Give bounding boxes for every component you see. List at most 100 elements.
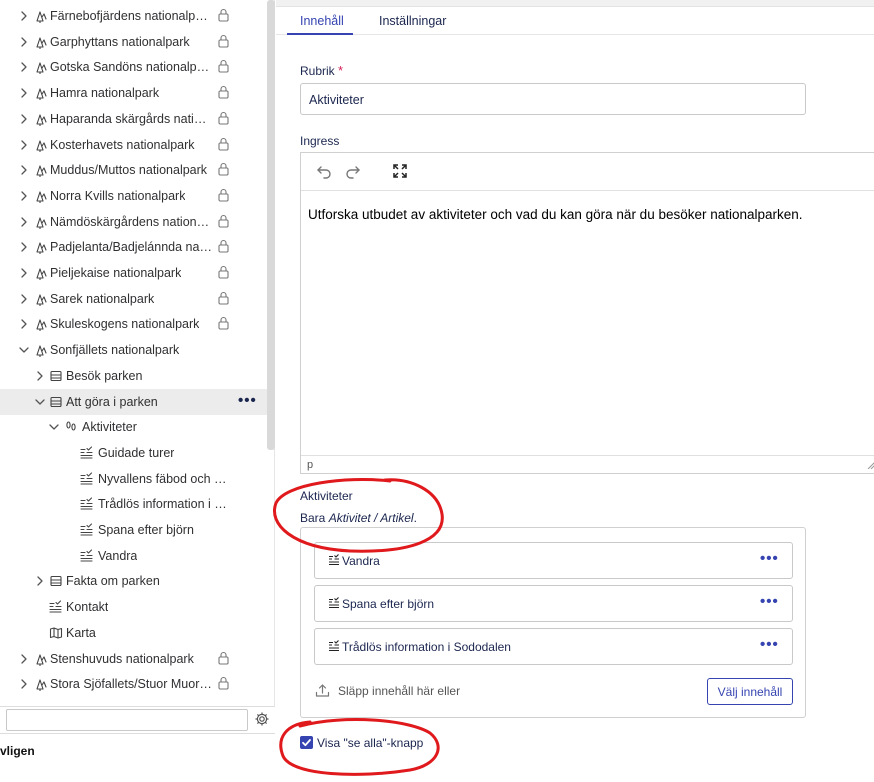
tree-item-label: Haparanda skärgårds nation... <box>50 112 212 126</box>
tree-item[interactable]: Haparanda skärgårds nation... <box>0 106 267 132</box>
chevron-right-icon[interactable] <box>18 216 30 228</box>
tree-item[interactable]: Fakta om parken <box>0 568 267 594</box>
chevron-down-icon[interactable] <box>18 344 30 356</box>
tree-item-label: Skuleskogens nationalpark <box>50 317 200 331</box>
tree-item[interactable]: Padjelanta/Badjelánnda nati... <box>0 234 267 260</box>
tree-item[interactable]: Kosterhavets nationalpark <box>0 132 267 158</box>
tree-item[interactable]: Muddus/Muttos nationalpark <box>0 157 267 183</box>
choose-content-button[interactable]: Välj innehåll <box>707 678 793 705</box>
chevron-right-icon[interactable] <box>18 318 30 330</box>
tree-item[interactable]: Stenshuvuds nationalpark <box>0 646 267 672</box>
chevron-right-icon[interactable] <box>18 139 30 151</box>
chevron-right-icon[interactable] <box>18 61 30 73</box>
article-icon <box>329 554 339 566</box>
map-icon <box>49 627 63 639</box>
tree-item-label: Vandra <box>98 549 138 563</box>
tree-item[interactable]: Nämdöskärgårdens national... <box>0 209 267 235</box>
lock-icon <box>218 214 229 228</box>
chevron-right-icon[interactable] <box>18 267 30 279</box>
tree-item[interactable]: Stora Sjöfallets/Stuor Muork... <box>0 671 267 697</box>
content-picker: Vandra ••• Spana efter björn ••• Trådlös… <box>300 527 806 718</box>
lock-icon <box>218 162 229 176</box>
tab-installningar[interactable]: Inställningar <box>379 14 446 28</box>
article-icon <box>80 549 93 562</box>
fullscreen-icon[interactable] <box>392 163 408 179</box>
chevron-right-icon[interactable] <box>18 87 30 99</box>
lock-icon <box>218 188 229 202</box>
rubrik-input[interactable]: Aktiviteter <box>300 83 806 115</box>
tree-item-label: Sarek nationalpark <box>50 292 155 306</box>
chevron-right-icon[interactable] <box>34 575 46 587</box>
chevron-right-icon[interactable] <box>18 241 30 253</box>
chevron-right-icon[interactable] <box>18 190 30 202</box>
chevron-right-icon[interactable] <box>18 653 30 665</box>
picked-item-card[interactable]: Vandra ••• <box>314 542 793 579</box>
picked-item-card[interactable]: Trådlös information i Sododalen ••• <box>314 628 793 665</box>
tree-item[interactable]: Besök parken <box>0 363 267 389</box>
desc-prefix: Bara <box>300 511 329 525</box>
editor-toolbar <box>301 153 874 191</box>
aktiviteter-label: Aktiviteter <box>300 489 353 503</box>
chevron-down-icon[interactable] <box>34 396 46 408</box>
see-all-checkbox[interactable] <box>300 736 313 749</box>
tree-item[interactable]: Kontakt <box>0 594 267 620</box>
tree-item-label: Stora Sjöfallets/Stuor Muork... <box>50 677 212 691</box>
tree-scrollbar[interactable] <box>267 0 275 450</box>
tree-icon <box>36 294 47 306</box>
chevron-right-icon[interactable] <box>18 36 30 48</box>
tree-item[interactable]: Karta <box>0 620 267 646</box>
tree-icon <box>36 268 47 280</box>
ingress-editor[interactable]: Utforska utbudet av aktiviteter och vad … <box>300 152 874 474</box>
tree-item[interactable]: Pieljekaise nationalpark <box>0 260 267 286</box>
tree-item[interactable]: Gotska Sandöns nationalpark <box>0 54 267 80</box>
ingress-text[interactable]: Utforska utbudet av aktiviteter och vad … <box>308 207 803 222</box>
chevron-right-icon[interactable] <box>18 678 30 690</box>
item-actions-button[interactable]: ••• <box>760 636 779 653</box>
picked-item-card[interactable]: Spana efter björn ••• <box>314 585 793 622</box>
tree-item[interactable]: Norra Kvills nationalpark <box>0 183 267 209</box>
item-actions-button[interactable]: ••• <box>760 593 779 610</box>
tree-item[interactable]: Sarek nationalpark <box>0 286 267 312</box>
tab-innehall[interactable]: Innehåll <box>300 14 344 28</box>
ingress-label: Ingress <box>300 134 340 148</box>
tree-item[interactable]: Garphyttans nationalpark <box>0 29 267 55</box>
lock-icon <box>218 137 229 151</box>
undo-icon[interactable] <box>316 163 332 179</box>
tree-item[interactable]: Färnebofjärdens nationalpark <box>0 3 267 29</box>
tree-item[interactable]: Hamra nationalpark <box>0 80 267 106</box>
chevron-right-icon[interactable] <box>34 370 46 382</box>
lock-icon <box>218 316 229 330</box>
lock-icon <box>218 239 229 253</box>
chevron-right-icon[interactable] <box>18 164 30 176</box>
tree-item[interactable]: Trådlös information i S... <box>0 491 267 517</box>
tree-icon <box>36 11 47 23</box>
tree-search-input[interactable] <box>6 709 248 731</box>
see-all-label: Visa "se alla"-knapp <box>317 736 424 750</box>
article-icon <box>80 523 93 536</box>
tree-item[interactable]: Sonfjällets nationalpark <box>0 337 267 363</box>
tree-item[interactable]: Spana efter björn <box>0 517 267 543</box>
picked-item-label: Vandra <box>342 554 380 568</box>
chevron-right-icon[interactable] <box>18 10 30 22</box>
chevron-right-icon[interactable] <box>18 293 30 305</box>
editor-status-path: p <box>301 455 874 474</box>
tree-item[interactable]: Nyvallens fäbod och S... <box>0 466 267 492</box>
chevron-right-icon[interactable] <box>18 113 30 125</box>
lock-icon <box>218 59 229 73</box>
chevron-down-icon[interactable] <box>48 421 60 433</box>
article-icon <box>80 472 93 485</box>
tree-item[interactable]: Skuleskogens nationalpark <box>0 311 267 337</box>
tree-item-actions-button[interactable]: ••• <box>238 392 257 409</box>
gear-icon[interactable] <box>254 711 270 727</box>
item-actions-button[interactable]: ••• <box>760 550 779 567</box>
tree-item-label: Muddus/Muttos nationalpark <box>50 163 208 177</box>
tree-item[interactable]: Aktiviteter <box>0 414 267 440</box>
checkmark-icon <box>302 739 311 747</box>
tree-item[interactable]: Guidade turer <box>0 440 267 466</box>
resize-handle-icon[interactable] <box>867 461 874 469</box>
tree-item-label: Kosterhavets nationalpark <box>50 138 195 152</box>
desc-types: Aktivitet / Artikel <box>328 511 414 525</box>
tree-item[interactable]: Vandra <box>0 543 267 569</box>
redo-icon[interactable] <box>345 163 361 179</box>
tree-item[interactable]: Att göra i parken ••• <box>0 389 267 415</box>
